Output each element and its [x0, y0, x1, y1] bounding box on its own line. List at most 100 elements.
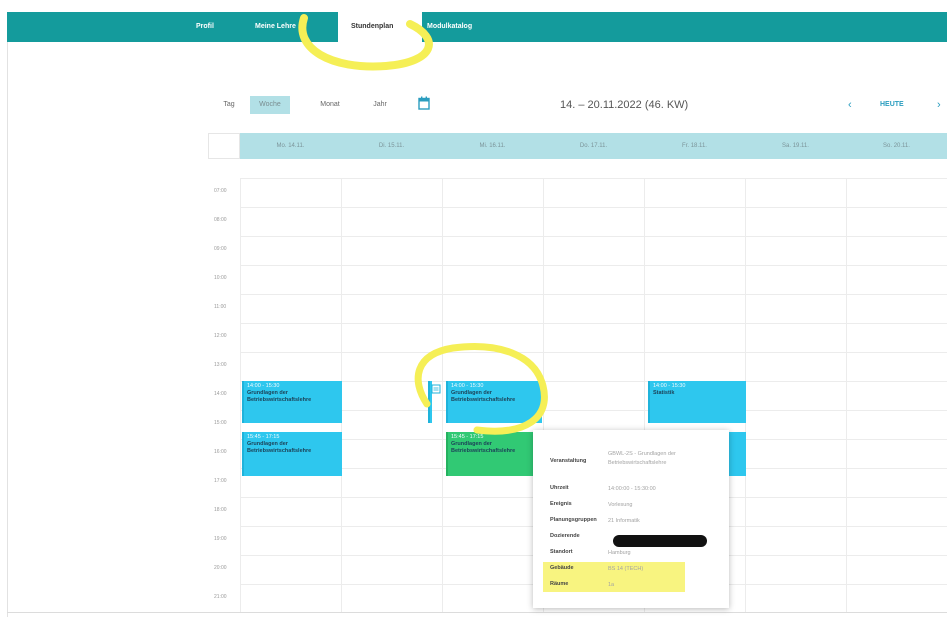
time-label: 16:00: [214, 449, 227, 455]
popup-value: GBWL-2S - Grundlagen der Betriebswirtsch…: [608, 451, 676, 466]
time-label: 10:00: [214, 275, 227, 281]
next-week-button[interactable]: ›: [937, 96, 941, 114]
popup-label: Dozierende: [550, 533, 580, 539]
grid-row-line: [240, 323, 947, 324]
nav-item-modulkatalog[interactable]: Modulkatalog: [427, 12, 472, 42]
nav-item-label: Stundenplan: [351, 23, 394, 30]
event-time: 14:00 - 15:30: [247, 383, 280, 389]
left-divider: [7, 42, 8, 617]
time-label: 08:00: [214, 217, 227, 223]
event-title-line2: Betriebswirtschaftslehre: [451, 397, 516, 403]
popup-label: Räume: [550, 581, 569, 587]
grid-row-line: [240, 352, 947, 353]
event-friday-2[interactable]: [726, 432, 746, 476]
popup-label: Uhrzeit: [550, 485, 569, 491]
chevron-down-icon: ⌄: [298, 24, 304, 30]
day-header-mi[interactable]: Mi. 16.11.: [442, 133, 543, 159]
nav-item-label: Profil: [196, 23, 214, 30]
time-label: 09:00: [214, 246, 227, 252]
popup-row-standort: Standort Hamburg: [550, 549, 631, 558]
nav-item-stundenplan[interactable]: Stundenplan: [338, 12, 422, 42]
grid-row-line: [240, 410, 947, 411]
popup-value: 1a: [608, 582, 615, 588]
popup-row-ereignis: Ereignis Vorlesung: [550, 501, 632, 510]
popup-row-planungsgruppen: Planungsgruppen 21 Informatik: [550, 517, 640, 526]
today-button[interactable]: HEUTE: [880, 96, 904, 114]
popup-value: Vorlesung: [608, 502, 633, 508]
popup-row-raeume: Räume 1a: [550, 581, 614, 590]
event-gbwl-monday-1[interactable]: 14:00 - 15:30 Grundlagen der Betriebswir…: [242, 381, 342, 423]
event-title: Grundlagen der: [451, 441, 492, 447]
time-label: 15:00: [214, 420, 227, 426]
day-header-fr[interactable]: Fr. 18.11.: [644, 133, 745, 159]
view-woche-button[interactable]: Woche: [250, 96, 290, 114]
event-title: Statistik: [653, 390, 675, 396]
popup-value: BS 14 (TECH): [608, 566, 644, 572]
nav-item-meine-lehre[interactable]: Meine Lehre ⌄: [255, 12, 304, 42]
day-header-sa[interactable]: Sa. 19.11.: [745, 133, 846, 159]
event-gbwl-monday-2[interactable]: 15:45 - 17:15 Grundlagen der Betriebswir…: [242, 432, 342, 476]
week-title: 14. – 20.11.2022 (46. KW): [560, 99, 689, 111]
event-title: Grundlagen der: [451, 390, 492, 396]
grid-column-divider: [846, 178, 847, 612]
grid-column-divider: [442, 178, 443, 612]
popup-row-gebaeude: Gebäude BS 14 (TECH): [550, 565, 643, 574]
time-label: 12:00: [214, 333, 227, 339]
popup-label: Ereignis: [550, 501, 572, 507]
redacted-lecturer-name: [613, 535, 707, 547]
event-time: 15:45 - 17:15: [247, 434, 280, 440]
popup-label: Gebäude: [550, 565, 574, 571]
event-time: 15:45 - 17:15: [451, 434, 484, 440]
day-header-mo[interactable]: Mo. 14.11.: [240, 133, 341, 159]
nav-item-label: Meine Lehre: [255, 23, 296, 30]
event-title-line2: Betriebswirtschaftslehre: [247, 448, 312, 454]
prev-week-button[interactable]: ‹: [848, 96, 852, 114]
event-title-line2: Betriebswirtschaftslehre: [247, 397, 312, 403]
event-statistik-friday[interactable]: 14:00 - 15:30 Statistik: [648, 381, 746, 423]
view-monat-button[interactable]: Monat: [312, 96, 348, 114]
grid-row-line: [240, 381, 947, 382]
grid-column-divider: [240, 178, 241, 612]
time-label: 17:00: [214, 478, 227, 484]
time-label: 18:00: [214, 507, 227, 513]
popup-value: 14:00:00 - 15:30:00: [608, 486, 656, 492]
popup-row-dozierende: Dozierende: [550, 533, 608, 539]
popup-value: Hamburg: [608, 550, 631, 556]
header-gutter: [208, 133, 240, 159]
bottom-divider: [7, 612, 947, 613]
event-time: 14:00 - 15:30: [451, 383, 484, 389]
event-title: Grundlagen der: [247, 390, 288, 396]
event-gbwl-wednesday-1[interactable]: 14:00 - 15:30 Grundlagen der Betriebswir…: [446, 381, 542, 423]
nav-item-label: Modulkatalog: [427, 23, 473, 30]
time-label: 21:00: [214, 594, 227, 600]
time-label: 14:00: [214, 391, 227, 397]
time-label: 19:00: [214, 536, 227, 542]
day-header-di[interactable]: Di. 15.11.: [341, 133, 442, 159]
popup-row-uhrzeit: Uhrzeit 14:00:00 - 15:30:00: [550, 485, 656, 494]
time-label: 13:00: [214, 362, 227, 368]
grid-row-line: [240, 178, 947, 179]
top-navbar: Profil Meine Lehre ⌄ Stundenplan Modulkat…: [7, 12, 947, 42]
grid-row-line: [240, 294, 947, 295]
popup-label: Planungsgruppen: [550, 517, 597, 523]
day-header-so[interactable]: So. 20.11.: [846, 133, 947, 159]
popup-label: Veranstaltung: [550, 458, 587, 464]
popup-label: Standort: [550, 549, 573, 555]
event-details-popup: Veranstaltung GBWL-2S - Grundlagen der Be…: [533, 430, 729, 608]
calendar-icon[interactable]: [418, 96, 430, 110]
nav-item-profil[interactable]: Profil: [196, 12, 214, 42]
day-header-do[interactable]: Do. 17.11.: [543, 133, 644, 159]
popup-row-veranstaltung: Veranstaltung GBWL-2S - Grundlagen der Be…: [550, 450, 712, 468]
popup-value: 21 Informatik: [608, 518, 640, 524]
time-label: 11:00: [214, 304, 227, 310]
time-label: 07:00: [214, 188, 227, 194]
event-title: Grundlagen der: [247, 441, 288, 447]
event-title-line2: Betriebswirtschaftslehre: [451, 448, 516, 454]
event-gbwl-wednesday-2[interactable]: 15:45 - 17:15 Grundlagen der Betriebswir…: [446, 432, 542, 476]
time-label: 20:00: [214, 565, 227, 571]
event-overlap-icon: [431, 384, 441, 394]
view-tag-button[interactable]: Tag: [216, 96, 242, 114]
event-time: 14:00 - 15:30: [653, 383, 686, 389]
view-jahr-button[interactable]: Jahr: [364, 96, 396, 114]
grid-row-line: [240, 265, 947, 266]
